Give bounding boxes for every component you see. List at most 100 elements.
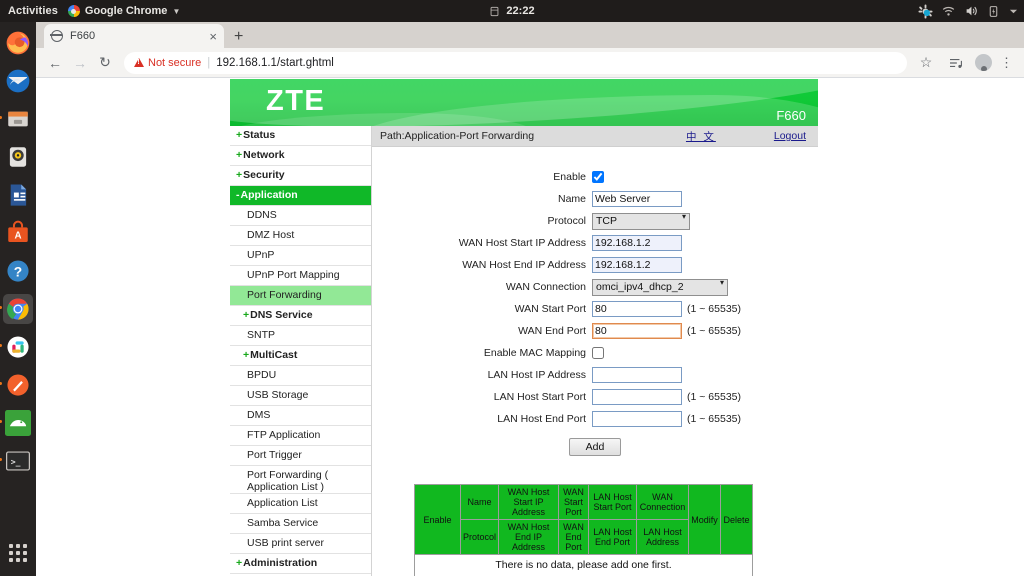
address-bar[interactable]: Not secure | 192.168.1.1/start.ghtml: [124, 52, 907, 74]
dock-item-thunderbird[interactable]: [3, 66, 33, 96]
wan-end-port-hint: (1 ~ 65535): [687, 325, 741, 337]
sidebar-item-ddns[interactable]: DDNS: [230, 206, 371, 226]
sidebar-item-dns-service[interactable]: +DNS Service: [230, 306, 371, 326]
name-input[interactable]: [592, 191, 682, 207]
forward-button[interactable]: →: [69, 52, 91, 74]
dock-item-rhythmbox[interactable]: [3, 142, 33, 172]
dock-item-gimp[interactable]: [3, 370, 33, 400]
wan-start-port-input[interactable]: [592, 301, 682, 317]
lan-host-ip-input[interactable]: [592, 367, 682, 383]
battery-icon[interactable]: [987, 5, 1000, 18]
dock-item-filezilla[interactable]: [3, 408, 33, 438]
row-lan-host-end-port: LAN Host End Port (1 ~ 65535): [372, 410, 818, 427]
tab-strip: F660 × +: [36, 22, 1024, 48]
zte-banner: ZTE F660: [230, 79, 818, 126]
sidebar-item-network[interactable]: +Network: [230, 146, 371, 166]
model-label: F660: [776, 108, 806, 123]
reading-list-icon[interactable]: [945, 52, 967, 74]
lan-host-end-port-input[interactable]: [592, 411, 682, 427]
sidebar-item-upnp[interactable]: UPnP: [230, 246, 371, 266]
sidebar-item-dms[interactable]: DMS: [230, 406, 371, 426]
dock-item-ubuntu-software[interactable]: A: [3, 218, 33, 248]
system-menu-chevron-icon[interactable]: [1009, 7, 1018, 16]
back-button[interactable]: ←: [44, 52, 66, 74]
new-tab-button[interactable]: +: [234, 29, 243, 45]
sidebar-item-samba-service[interactable]: Samba Service: [230, 514, 371, 534]
dock-item-libreoffice-writer[interactable]: [3, 180, 33, 210]
sidebar-item-sntp[interactable]: SNTP: [230, 326, 371, 346]
sync-icon[interactable]: [918, 4, 933, 19]
profile-avatar[interactable]: [975, 54, 992, 71]
svg-text:A: A: [14, 231, 21, 242]
lan-host-start-port-hint: (1 ~ 65535): [687, 391, 741, 403]
sidebar-item-usb-storage[interactable]: USB Storage: [230, 386, 371, 406]
chevron-down-icon: TCPUDPTCP AND UDP: [592, 211, 690, 230]
sidebar-item-label: UPnP Port Mapping: [247, 269, 340, 281]
sidebar-item-bpdu[interactable]: BPDU: [230, 366, 371, 386]
expand-icon: +: [236, 149, 242, 161]
dock-item-slack[interactable]: [3, 332, 33, 362]
dock-item-firefox[interactable]: [3, 28, 33, 58]
th-wan-host-start-ip: WAN Host Start IP Address: [499, 485, 559, 520]
dock-item-help[interactable]: ?: [3, 256, 33, 286]
sidebar-item-multicast[interactable]: +MultiCast: [230, 346, 371, 366]
sidebar-item-ftp-application[interactable]: FTP Application: [230, 426, 371, 446]
page-body: +Status+Network+Security-Application DDNS…: [230, 126, 818, 576]
app-menu-button[interactable]: Google Chrome ▼: [68, 5, 180, 17]
sidebar-item-label: DDNS: [247, 209, 277, 221]
wifi-icon[interactable]: [942, 5, 955, 18]
name-label: Name: [372, 193, 592, 205]
add-button[interactable]: Add: [569, 438, 622, 456]
sidebar-item-usb-print-server[interactable]: USB print server: [230, 534, 371, 554]
clock-area[interactable]: 22:22: [432, 5, 592, 17]
sidebar-item-administration[interactable]: +Administration: [230, 554, 371, 574]
svg-text:?: ?: [14, 264, 22, 280]
chrome-menu-icon[interactable]: ⋮: [1000, 58, 1013, 67]
browser-tab-f660[interactable]: F660 ×: [44, 24, 224, 48]
protocol-label: Protocol: [372, 215, 592, 227]
firefox-icon: [5, 30, 31, 56]
bookmark-star-icon[interactable]: ☆: [915, 52, 937, 74]
enable-checkbox[interactable]: [592, 171, 604, 183]
not-secure-badge[interactable]: Not secure: [134, 57, 201, 69]
sidebar-item-dmz-host[interactable]: DMZ Host: [230, 226, 371, 246]
wan-end-port-input[interactable]: [592, 323, 682, 339]
enable-mac-mapping-checkbox[interactable]: [592, 347, 604, 359]
files-icon: [5, 106, 31, 132]
dock-item-google-chrome[interactable]: [3, 294, 33, 324]
protocol-select[interactable]: TCPUDPTCP AND UDP: [592, 213, 690, 230]
reload-button[interactable]: ↻: [94, 52, 116, 74]
sidebar-item-port-forwarding-application-list[interactable]: Port Forwarding ( Application List ): [230, 466, 371, 494]
wan-connection-select[interactable]: omci_ipv4_dhcp_2: [592, 279, 728, 296]
sidebar-item-port-trigger[interactable]: Port Trigger: [230, 446, 371, 466]
th-wan-start-port: WAN Start Port: [559, 485, 589, 520]
lan-host-start-port-input[interactable]: [592, 389, 682, 405]
language-link[interactable]: 中 文: [686, 129, 716, 144]
lan-host-start-port-label: LAN Host Start Port: [372, 391, 592, 403]
clock-label: 22:22: [506, 5, 534, 17]
sidebar-item-security[interactable]: +Security: [230, 166, 371, 186]
activities-button[interactable]: Activities: [0, 5, 68, 17]
sidebar-item-upnp-port-mapping[interactable]: UPnP Port Mapping: [230, 266, 371, 286]
dock-item-files[interactable]: [3, 104, 33, 134]
th-name: Name: [461, 485, 499, 520]
sidebar-item-status[interactable]: +Status: [230, 126, 371, 146]
volume-icon[interactable]: [964, 4, 978, 18]
table-body: Enable Name WAN Host Start IP Address WA…: [415, 485, 753, 576]
port-forwarding-form: Enable Name Protocol TCPUDPTCP AND UDP: [372, 147, 818, 456]
system-tray[interactable]: [918, 4, 1018, 19]
wan-host-end-ip-input[interactable]: [592, 257, 682, 273]
wan-host-start-ip-input[interactable]: [592, 235, 682, 251]
logout-link[interactable]: Logout: [774, 130, 806, 142]
dock-item-terminal[interactable]: >_: [3, 446, 33, 476]
toolbar-right-controls: ☆ ⋮: [915, 52, 1016, 74]
sidebar-item-application[interactable]: -Application: [230, 186, 371, 206]
show-applications-button[interactable]: [9, 544, 27, 562]
expand-icon: +: [243, 309, 249, 321]
sidebar-item-port-forwarding[interactable]: Port Forwarding: [230, 286, 371, 306]
sidebar-item-label: UPnP: [247, 249, 274, 261]
sidebar-item-application-list[interactable]: Application List: [230, 494, 371, 514]
sidebar-item-label: DNS Service: [250, 309, 312, 321]
calendar-icon: [489, 6, 500, 17]
close-tab-icon[interactable]: ×: [209, 30, 217, 43]
